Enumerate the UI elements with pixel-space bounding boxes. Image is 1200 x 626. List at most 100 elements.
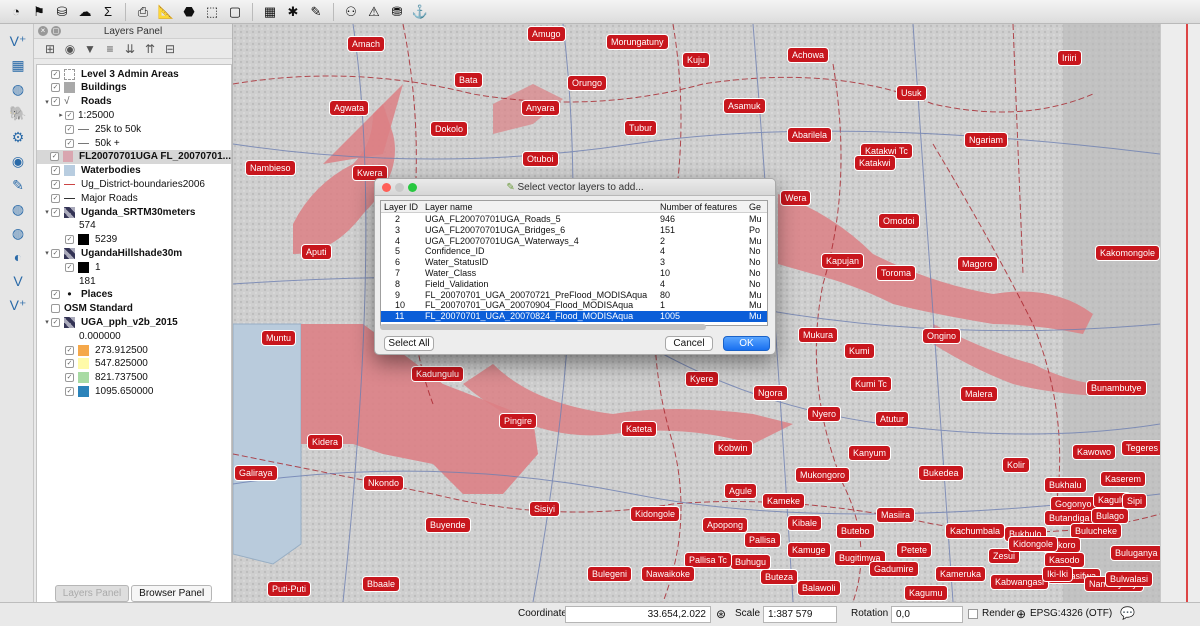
collapse-all-icon[interactable]: ⇈: [142, 42, 158, 56]
table-row[interactable]: 10 FL_20070701_UGA_20070904_Flood_MODISAq…: [381, 300, 767, 311]
table-row[interactable]: 3 UGA_FL20070701UGA_Bridges_6 151 Po: [381, 225, 767, 236]
anchor-icon[interactable]: ⚓: [410, 2, 430, 22]
layer-row[interactable]: ✓ Level 3 Admin Areas: [37, 67, 231, 81]
table-row[interactable]: 11 FL_20070701_UGA_20070824_Flood_MODISAq…: [381, 311, 767, 323]
layer-row[interactable]: ✓ Buildings: [37, 81, 231, 95]
cloud-download-icon[interactable]: ☁: [75, 2, 95, 22]
layer-checkbox[interactable]: ✓: [51, 166, 60, 176]
table-row[interactable]: 6 Water_StatusID 3 No: [381, 257, 767, 268]
table-scrollbar[interactable]: [380, 324, 706, 330]
layer-row[interactable]: ✓ 547.825000: [37, 357, 231, 371]
layer-row[interactable]: ✓ 273.912500: [37, 343, 231, 357]
add-postgis-icon[interactable]: 🐘: [7, 102, 29, 124]
add-csv-icon[interactable]: ◉: [7, 150, 29, 172]
crs-status[interactable]: EPSG:4326 (OTF): [1030, 608, 1112, 619]
close-window-icon[interactable]: [382, 183, 391, 192]
layer-checkbox[interactable]: ✓: [65, 110, 74, 120]
save-icon[interactable]: ⛃: [387, 2, 407, 22]
zoom-window-icon[interactable]: [408, 183, 417, 192]
col-geometry[interactable]: Ge: [749, 201, 767, 213]
table-row[interactable]: 5 Confidence_ID 4 No: [381, 246, 767, 257]
layer-checkbox[interactable]: ✓: [51, 179, 60, 189]
table-row[interactable]: 9 FL_20070701_UGA_20070721_PreFlood_MODIS…: [381, 290, 767, 301]
col-layer-name[interactable]: Layer name: [425, 201, 655, 213]
layer-checkbox[interactable]: ✓: [51, 207, 60, 217]
layer-checkbox[interactable]: ✓: [51, 193, 60, 203]
layer-checkbox[interactable]: ✓: [65, 138, 74, 148]
warning-icon[interactable]: ⚠: [364, 2, 384, 22]
layer-row[interactable]: ▾ ✓ Uganda_SRTM30meters: [37, 205, 231, 219]
messages-icon[interactable]: 💬: [1120, 606, 1135, 620]
filter-icon[interactable]: ▼: [82, 42, 98, 56]
layer-checkbox[interactable]: ✓: [50, 152, 59, 162]
sum-icon[interactable]: Σ: [98, 2, 118, 22]
layer-row[interactable]: ✓ 1095.650000: [37, 384, 231, 398]
layer-checkbox[interactable]: ✓: [65, 235, 74, 245]
layer-checkbox[interactable]: ✓: [65, 386, 74, 396]
layer-checkbox[interactable]: ✓: [65, 262, 74, 272]
layer-checkbox[interactable]: ✓: [51, 97, 60, 107]
render-checkbox[interactable]: [968, 609, 978, 619]
map-flag-icon[interactable]: ⚑: [29, 2, 49, 22]
add-db2-icon[interactable]: ◐: [7, 246, 29, 268]
expand-all-icon[interactable]: ⇊: [122, 42, 138, 56]
printer-icon[interactable]: ⎙: [133, 2, 153, 22]
expand-icon[interactable]: ▾: [43, 249, 51, 257]
layer-row[interactable]: ▾ ✓ UgandaHillshade30m: [37, 246, 231, 260]
layer-row[interactable]: ✓ 1: [37, 260, 231, 274]
table-row[interactable]: 4 UGA_FL20070701UGA_Waterways_4 2 Mu: [381, 236, 767, 247]
expand-icon[interactable]: ▾: [43, 98, 51, 106]
table-row[interactable]: 2 UGA_FL20070701UGA_Roads_5 946 Mu: [381, 214, 767, 225]
panel-close-icon[interactable]: ×: [38, 26, 48, 36]
col-feature-count[interactable]: Number of features: [660, 201, 746, 213]
table-icon[interactable]: ▦: [260, 2, 280, 22]
ok-button[interactable]: OK: [723, 336, 770, 351]
cancel-button[interactable]: Cancel: [665, 336, 713, 351]
select-all-button[interactable]: Select All: [384, 336, 434, 351]
add-virtual-icon[interactable]: V: [7, 270, 29, 292]
remove-layer-icon[interactable]: ⊟: [162, 42, 178, 56]
pie-chart-icon[interactable]: ◔: [6, 2, 26, 22]
col-layer-id[interactable]: Layer ID: [384, 201, 420, 213]
layer-checkbox[interactable]: ✓: [51, 69, 60, 79]
expand-icon[interactable]: ▾: [43, 318, 51, 326]
deselect-icon[interactable]: ▢: [225, 2, 245, 22]
layer-checkbox[interactable]: ✓: [51, 83, 60, 93]
add-wms-icon[interactable]: ◍: [7, 78, 29, 100]
crs-icon[interactable]: ⊕: [1016, 607, 1026, 621]
layer-row[interactable]: ▾ ✓ UGA_pph_v2b_2015: [37, 315, 231, 329]
pick-icon[interactable]: ✎: [306, 2, 326, 22]
layer-checkbox[interactable]: ✓: [51, 248, 60, 258]
layer-checkbox[interactable]: ✓: [65, 124, 74, 134]
layer-row[interactable]: OSM Standard: [37, 302, 231, 316]
layer-row[interactable]: 574: [37, 219, 231, 233]
filter-legend-icon[interactable]: ≡: [102, 42, 118, 56]
layer-row[interactable]: ✓ 5239: [37, 233, 231, 247]
layer-row[interactable]: 181: [37, 274, 231, 288]
table-row[interactable]: 8 Field_Validation 4 No: [381, 279, 767, 290]
layer-row[interactable]: ▸ ✓ 1:25000: [37, 108, 231, 122]
add-wfs-icon[interactable]: ⚙: [7, 126, 29, 148]
layer-checkbox[interactable]: ✓: [51, 290, 60, 300]
eye-icon[interactable]: ◉: [62, 42, 78, 56]
layer-checkbox[interactable]: ✓: [65, 359, 74, 369]
minimize-window-icon[interactable]: [395, 183, 404, 192]
layer-row[interactable]: ✓ Major Roads: [37, 191, 231, 205]
add-vector-icon[interactable]: V⁺: [7, 30, 29, 52]
layer-row[interactable]: ✓ Waterbodies: [37, 164, 231, 178]
layer-row[interactable]: ✓ 821.737500: [37, 371, 231, 385]
layer-checkbox[interactable]: ✓: [65, 345, 74, 355]
rotation-field[interactable]: 0,0: [891, 606, 963, 623]
new-layer-icon[interactable]: V⁺: [7, 294, 29, 316]
database-icon[interactable]: ⛁: [52, 2, 72, 22]
coordinate-field[interactable]: 33.654,2.022: [565, 606, 711, 623]
layer-checkbox[interactable]: ✓: [51, 317, 60, 327]
layer-checkbox[interactable]: [51, 304, 60, 314]
layer-row[interactable]: ✓ 50k +: [37, 136, 231, 150]
add-group-icon[interactable]: ⊞: [42, 42, 58, 56]
layer-checkbox[interactable]: ✓: [65, 373, 74, 383]
select-polygon-icon[interactable]: ⬚: [202, 2, 222, 22]
expand-icon[interactable]: ▸: [57, 111, 65, 119]
layer-row[interactable]: ✓ • Places: [37, 288, 231, 302]
add-mssql-icon[interactable]: ◍: [7, 222, 29, 244]
